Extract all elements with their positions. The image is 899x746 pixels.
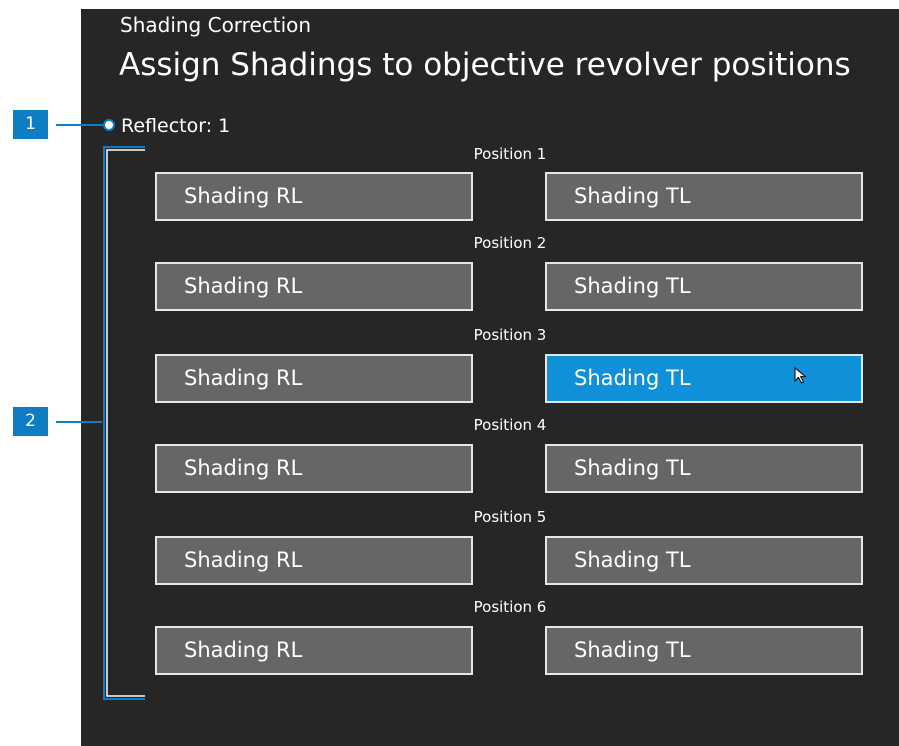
position-1-shading-tl-button[interactable]: Shading TL <box>545 172 863 221</box>
position-3-shading-tl-button[interactable]: Shading TL <box>545 354 863 403</box>
position-4-label: Position 4 <box>473 416 547 434</box>
position-3-label: Position 3 <box>473 326 547 344</box>
callout-1-dot <box>103 119 115 131</box>
position-5-shading-tl-button[interactable]: Shading TL <box>545 536 863 585</box>
position-4-shading-tl-button[interactable]: Shading TL <box>545 444 863 493</box>
position-5-label: Position 5 <box>473 508 547 526</box>
position-6-shading-rl-button[interactable]: Shading RL <box>155 626 473 675</box>
mouse-pointer-icon <box>794 367 807 384</box>
position-6-label: Position 6 <box>473 598 547 616</box>
position-4-shading-rl-button[interactable]: Shading RL <box>155 444 473 493</box>
callout-2: 2 <box>13 407 48 436</box>
position-2-shading-tl-button[interactable]: Shading TL <box>545 262 863 311</box>
position-5-shading-rl-button[interactable]: Shading RL <box>155 536 473 585</box>
position-2-shading-rl-button[interactable]: Shading RL <box>155 262 473 311</box>
position-3-shading-rl-button[interactable]: Shading RL <box>155 354 473 403</box>
callout-2-bracket <box>103 146 145 700</box>
callout-2-bracket-inner <box>106 149 145 697</box>
position-1-label: Position 1 <box>473 145 547 163</box>
position-2-label: Position 2 <box>473 234 547 252</box>
position-6-shading-tl-button[interactable]: Shading TL <box>545 626 863 675</box>
position-1-shading-rl-button[interactable]: Shading RL <box>155 172 473 221</box>
callout-1: 1 <box>13 110 48 139</box>
